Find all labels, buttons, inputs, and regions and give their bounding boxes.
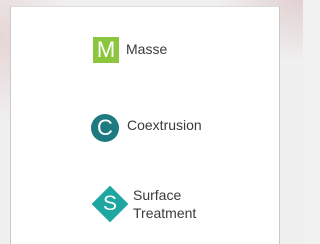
legend-item-surface-treatment: S Surface Treatment: [91, 185, 213, 223]
legend-panel: M Masse C Coextrusion S Surface Treatmen…: [10, 6, 280, 244]
surface-glyph: S: [102, 192, 117, 215]
masse-label: Masse: [126, 41, 168, 57]
surface-treatment-label: Surface Treatment: [133, 187, 197, 221]
coextrusion-glyph: C: [97, 115, 113, 140]
c-circle-icon: C: [91, 114, 119, 142]
m-square-icon: M: [93, 37, 119, 63]
coextrusion-label: Coextrusion: [127, 117, 202, 133]
legend-item-masse: M Masse: [93, 37, 167, 63]
legend-item-coextrusion: C Coextrusion: [91, 114, 202, 142]
masse-glyph: M: [96, 37, 116, 62]
s-diamond-icon: S: [91, 185, 129, 223]
